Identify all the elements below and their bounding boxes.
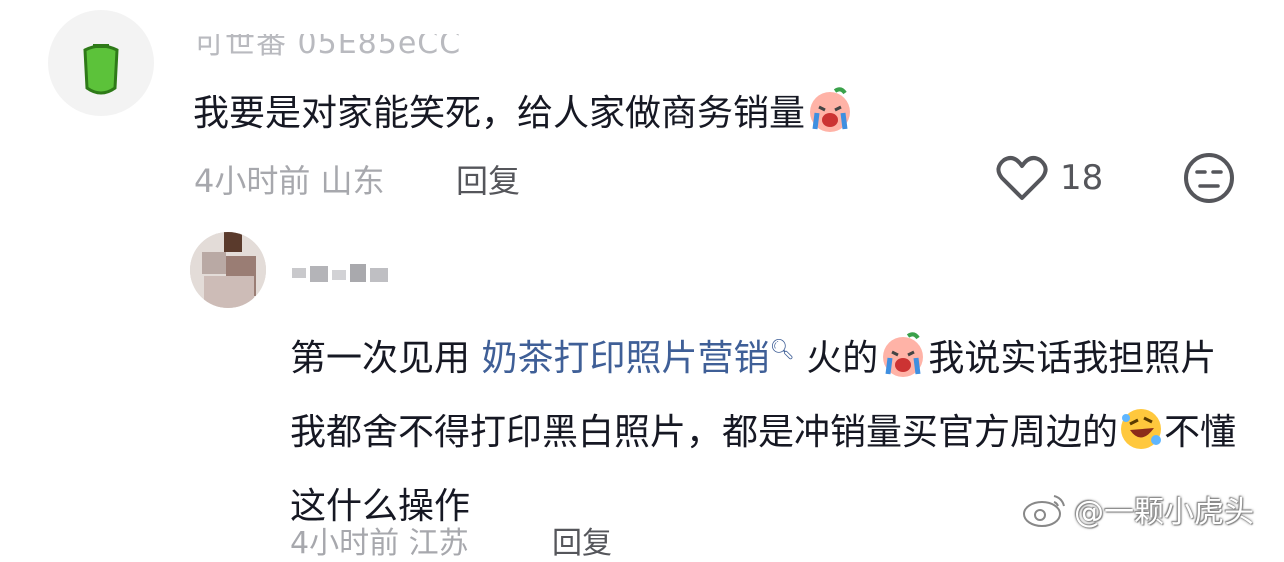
avatar[interactable] [48,10,154,116]
rolling-laughing-icon [1118,406,1164,474]
crying-laughing-icon [805,87,855,142]
reply-button[interactable]: 回复 [456,156,520,202]
search-link[interactable]: 奶茶打印照片营销🔍︎ [481,337,795,379]
heart-icon[interactable] [996,154,1048,202]
weibo-logo-icon [1023,495,1065,527]
username[interactable]: 可世番 05E85eCC [194,34,461,62]
watermark: @一颗小虎头 [1074,495,1254,530]
search-icon: 🔍︎ [769,337,795,361]
dislike-face-icon[interactable] [1183,152,1235,204]
crying-laughing-icon [878,332,928,400]
reply-button[interactable]: 回复 [552,518,612,562]
avatar[interactable] [190,232,266,308]
like-count: 18 [1060,158,1104,198]
pepper-icon [83,44,119,95]
username-pixelated[interactable] [292,262,392,288]
comment-meta: 4小时前 江苏 [290,526,469,561]
comment-meta: 4小时前 山东 [194,162,385,200]
comment-text: 我要是对家能笑死，给人家做商务销量 [193,84,855,142]
